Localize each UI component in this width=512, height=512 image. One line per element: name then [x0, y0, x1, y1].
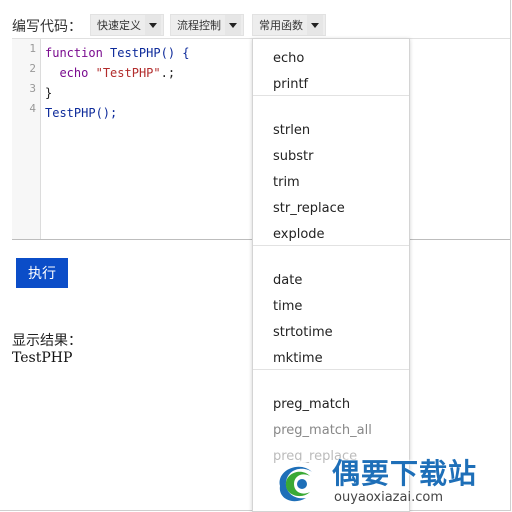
menu-divider [253, 369, 409, 370]
menu-item-date[interactable]: date [273, 271, 302, 291]
code-line-2[interactable]: echo "TestPHP".; [45, 63, 190, 83]
common-functions-button[interactable]: 常用函数 [252, 14, 326, 36]
site-watermark: 偶要下载站 ouyaoxiazai.com [262, 452, 512, 512]
menu-item-trim[interactable]: trim [273, 173, 300, 193]
menu-item-explode[interactable]: explode [273, 225, 325, 245]
code-line-4[interactable]: TestPHP(); [45, 103, 190, 123]
menu-item-str-replace[interactable]: str_replace [273, 199, 345, 219]
result-output: TestPHP [12, 350, 73, 366]
menu-item-mktime[interactable]: mktime [273, 349, 323, 369]
line-number: 4 [29, 102, 36, 115]
chevron-down-icon[interactable] [307, 15, 323, 35]
menu-item-strlen[interactable]: strlen [273, 121, 310, 141]
quick-define-label: 快速定义 [97, 19, 141, 32]
editor-label: 编写代码： [12, 19, 82, 35]
flow-control-button[interactable]: 流程控制 [170, 14, 244, 36]
menu-item-time[interactable]: time [273, 297, 302, 317]
line-number: 2 [29, 62, 36, 75]
keyword-token: function [45, 46, 103, 60]
result-label: 显示结果： [12, 333, 82, 349]
punctuation-token: .; [160, 66, 176, 80]
watermark-title: 偶要下载站 [332, 457, 478, 490]
line-number: 1 [29, 42, 36, 55]
watermark-url: ouyaoxiazai.com [334, 490, 443, 505]
flow-control-label: 流程控制 [177, 19, 221, 32]
chevron-down-icon[interactable] [145, 15, 161, 35]
menu-item-substr[interactable]: substr [273, 147, 313, 167]
chevron-down-icon[interactable] [225, 15, 241, 35]
brace-token: } [45, 86, 53, 100]
indent-token [45, 66, 59, 80]
menu-item-strtotime[interactable]: strtotime [273, 323, 333, 343]
menu-item-preg-match-all[interactable]: preg_match_all [273, 421, 372, 441]
menu-divider [253, 245, 409, 246]
code-line-1[interactable]: function TestPHP() { [45, 43, 190, 63]
common-functions-label: 常用函数 [259, 19, 303, 32]
string-token: "TestPHP" [95, 66, 161, 80]
menu-divider [253, 95, 409, 96]
functions-dropdown-menu: echo printf strlen substr trim str_repla… [252, 38, 410, 512]
function-decl-token: TestPHP() { [102, 46, 190, 60]
menu-item-echo[interactable]: echo [273, 49, 304, 69]
code-content[interactable]: function TestPHP() { echo "TestPHP".; } … [45, 43, 190, 123]
function-call-token: TestPHP(); [45, 106, 118, 120]
site-logo-icon [274, 460, 318, 504]
menu-item-preg-match[interactable]: preg_match [273, 395, 350, 415]
line-number: 3 [29, 82, 36, 95]
quick-define-button[interactable]: 快速定义 [90, 14, 164, 36]
keyword-token: echo [59, 66, 89, 80]
code-line-3[interactable]: } [45, 83, 190, 103]
line-number-gutter: 1 2 3 4 [12, 39, 41, 239]
run-button[interactable]: 执行 [16, 258, 68, 288]
menu-item-printf[interactable]: printf [273, 75, 308, 95]
